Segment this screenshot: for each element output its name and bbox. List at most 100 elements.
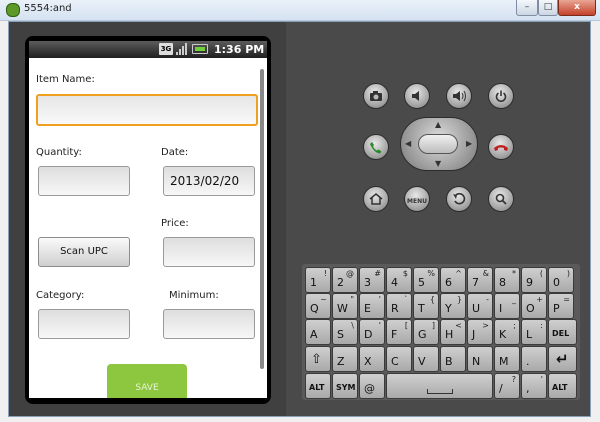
key-d[interactable]: D ' bbox=[359, 319, 385, 345]
key-main-label: Z bbox=[337, 355, 345, 368]
scan-upc-button[interactable]: Scan UPC bbox=[38, 237, 130, 267]
scrollbar[interactable] bbox=[260, 69, 264, 369]
power-icon[interactable] bbox=[488, 83, 514, 109]
key-main-label: 2 bbox=[337, 276, 344, 289]
key-g[interactable]: G] bbox=[413, 319, 439, 345]
key-h[interactable]: H < bbox=[440, 319, 466, 345]
key-main-label: M bbox=[499, 355, 509, 368]
date-label: Date: bbox=[161, 147, 189, 158]
maximize-button[interactable]: □ bbox=[538, 0, 558, 16]
key-4[interactable]: 4 $ bbox=[386, 267, 412, 293]
key-main-label: . bbox=[526, 355, 530, 368]
dpad-up-icon[interactable]: ▲ bbox=[435, 120, 441, 129]
key-x[interactable]: X bbox=[359, 346, 385, 372]
date-input[interactable]: 2013/02/20 bbox=[163, 166, 255, 196]
dpad-left-icon[interactable]: ◀ bbox=[405, 139, 411, 148]
key-n[interactable]: N bbox=[467, 346, 493, 372]
key-main-label: / bbox=[499, 382, 503, 395]
item-name-input[interactable] bbox=[36, 94, 258, 126]
key-main-label: 5 bbox=[418, 276, 425, 289]
minimum-input[interactable] bbox=[163, 309, 255, 339]
category-input[interactable] bbox=[38, 309, 130, 339]
key-v[interactable]: V bbox=[413, 346, 439, 372]
key-alt-label: - bbox=[486, 295, 489, 304]
key-main-label: E bbox=[364, 302, 371, 315]
back-icon[interactable] bbox=[446, 186, 472, 212]
comma-key[interactable]: , ' bbox=[521, 373, 547, 399]
key-i[interactable]: I _ bbox=[494, 293, 520, 319]
app-icon bbox=[6, 3, 20, 17]
key-f[interactable]: F[ bbox=[386, 319, 412, 345]
key-q[interactable]: Q ~ bbox=[305, 293, 331, 319]
key-s[interactable]: S \ bbox=[332, 319, 358, 345]
key-e[interactable]: E ' bbox=[359, 293, 385, 319]
key-p[interactable]: P = bbox=[548, 293, 574, 319]
slash-key[interactable]: /? bbox=[494, 373, 520, 399]
key-5[interactable]: 5% bbox=[413, 267, 439, 293]
key-alt-label: ; bbox=[513, 321, 516, 330]
camera-icon[interactable] bbox=[363, 83, 389, 109]
call-icon[interactable] bbox=[363, 134, 389, 160]
key-t[interactable]: T{ bbox=[413, 293, 439, 319]
key-alt-label: \ bbox=[351, 321, 354, 330]
key-3[interactable]: 3 # bbox=[359, 267, 385, 293]
shift-key[interactable]: ⇧ bbox=[305, 346, 331, 372]
key-alt-label: ' bbox=[378, 321, 381, 330]
key-w[interactable]: W " bbox=[332, 293, 358, 319]
key-period[interactable]: . bbox=[521, 346, 547, 372]
quantity-label: Quantity: bbox=[36, 147, 82, 158]
key-z[interactable]: Z bbox=[332, 346, 358, 372]
key-j[interactable]: J > bbox=[467, 319, 493, 345]
end-call-icon[interactable] bbox=[488, 134, 514, 160]
key-alt-label: ] bbox=[431, 321, 435, 330]
key-9[interactable]: 9( bbox=[521, 267, 547, 293]
dpad-down-icon[interactable]: ▼ bbox=[435, 159, 441, 168]
home-icon[interactable] bbox=[363, 186, 389, 212]
key-7[interactable]: 7 & bbox=[467, 267, 493, 293]
key-alt-label: ( bbox=[539, 269, 543, 278]
search-icon[interactable] bbox=[488, 186, 514, 212]
delete-key[interactable]: DEL bbox=[548, 319, 577, 345]
key-main-label: W bbox=[337, 302, 348, 315]
key-main-label: K bbox=[499, 328, 507, 341]
key-alt-label: ^ bbox=[455, 269, 462, 278]
key-m[interactable]: M bbox=[494, 346, 520, 372]
key-l[interactable]: L: bbox=[521, 319, 547, 345]
key-k[interactable]: K; bbox=[494, 319, 520, 345]
price-input[interactable] bbox=[163, 237, 255, 267]
at-key[interactable]: @ bbox=[359, 373, 385, 399]
key-main-label: Q bbox=[310, 302, 319, 315]
key-8[interactable]: 8 * bbox=[494, 267, 520, 293]
key-u[interactable]: U- bbox=[467, 293, 493, 319]
volume-up-icon[interactable] bbox=[446, 83, 472, 109]
minimize-button[interactable]: – bbox=[516, 0, 538, 16]
key-b[interactable]: B bbox=[440, 346, 466, 372]
space-key[interactable] bbox=[386, 373, 493, 399]
key-main-label: D bbox=[364, 328, 373, 341]
key-c[interactable]: C bbox=[386, 346, 412, 372]
key-r[interactable]: R ` bbox=[386, 293, 412, 319]
alt-key-left[interactable]: ALT bbox=[305, 373, 331, 399]
key-1[interactable]: 1! bbox=[305, 267, 331, 293]
key-2[interactable]: 2 @ bbox=[332, 267, 358, 293]
key-main-label: N bbox=[472, 355, 481, 368]
dpad-right-icon[interactable]: ▶ bbox=[466, 139, 472, 148]
key-y[interactable]: Y} bbox=[440, 293, 466, 319]
key-0[interactable]: 0) bbox=[548, 267, 574, 293]
key-main-label: ALT bbox=[309, 383, 325, 392]
key-a[interactable]: A bbox=[305, 319, 331, 345]
volume-down-icon[interactable] bbox=[404, 83, 430, 109]
sym-key[interactable]: SYM bbox=[332, 373, 358, 399]
key-alt-label: % bbox=[427, 269, 435, 278]
key-alt-label: + bbox=[536, 295, 543, 304]
enter-key[interactable]: ↵ bbox=[548, 346, 577, 372]
key-main-label: 9 bbox=[526, 276, 533, 289]
quantity-input[interactable] bbox=[38, 166, 130, 196]
close-button[interactable]: x bbox=[558, 0, 596, 16]
key-o[interactable]: O + bbox=[521, 293, 547, 319]
save-button[interactable]: SAVE bbox=[107, 364, 187, 398]
dpad-center-button[interactable] bbox=[418, 134, 458, 154]
key-6[interactable]: 6 ^ bbox=[440, 267, 466, 293]
menu-icon[interactable]: MENU bbox=[404, 186, 430, 212]
alt-key-right[interactable]: ALT bbox=[548, 373, 577, 399]
